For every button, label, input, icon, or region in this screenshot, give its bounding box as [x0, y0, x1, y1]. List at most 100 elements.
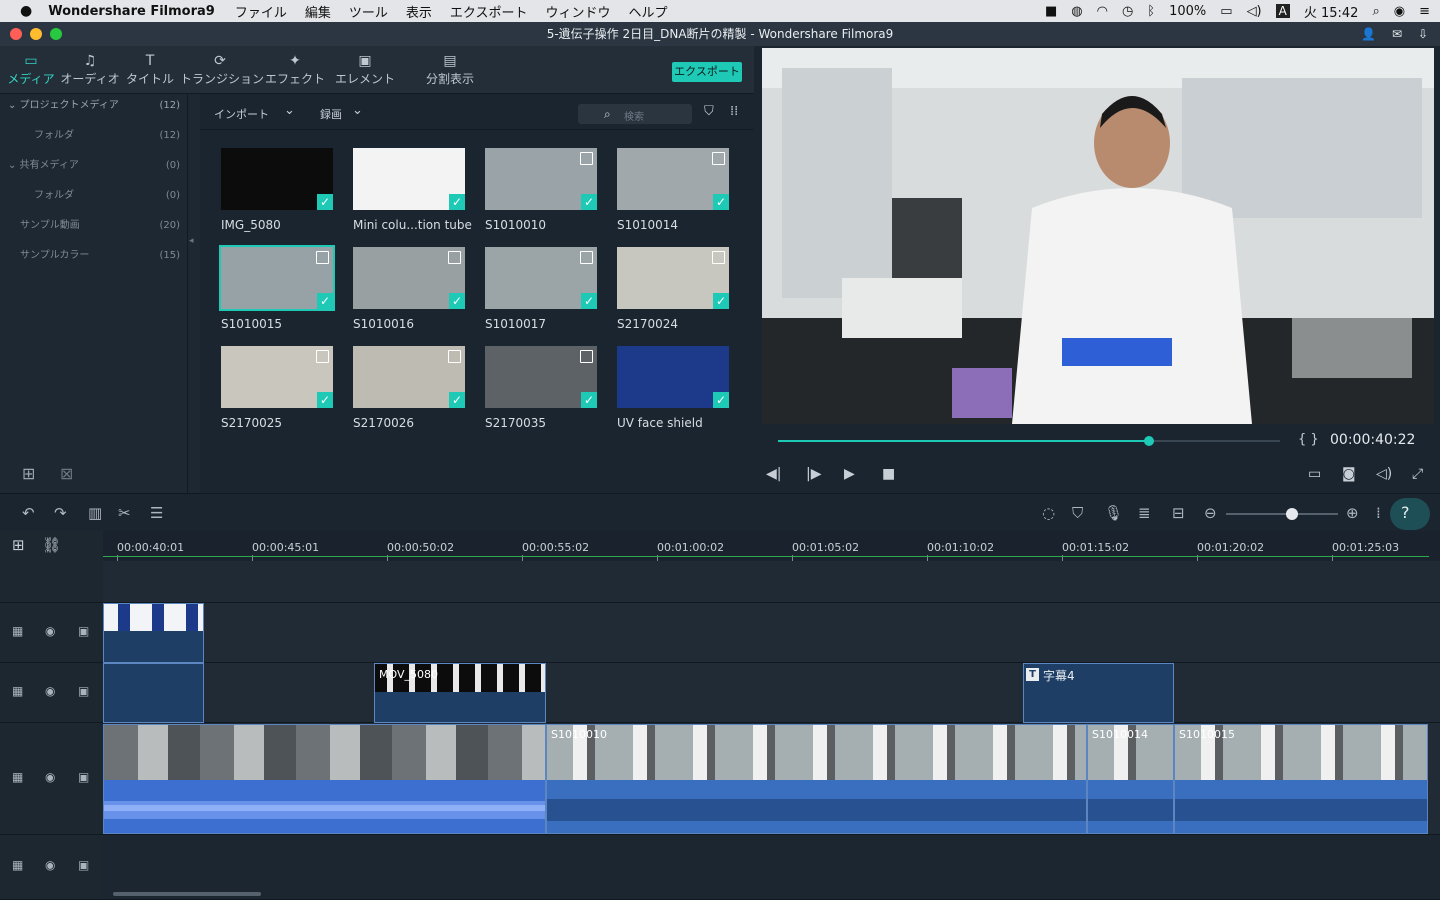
fullscreen-icon[interactable]: ⤢ [1412, 466, 1423, 482]
grid-view-icon[interactable]: ⁞⁞ [730, 104, 738, 119]
globe-icon[interactable]: ◍ [1071, 4, 1082, 19]
media-thumbnail[interactable]: ✓ [353, 148, 465, 210]
playback-progress-track[interactable] [778, 436, 1280, 446]
zoom-in-icon[interactable]: ⊕ [1346, 504, 1359, 522]
add-track-icon[interactable]: ⊞ [12, 536, 25, 554]
tab-titles[interactable]: T タイトル [124, 52, 176, 87]
media-thumbnail[interactable]: ✓ [485, 148, 597, 210]
sidebar-sample-video[interactable]: サンプル動画 (20) [8, 216, 188, 236]
menu-window[interactable]: ウィンドウ [546, 2, 611, 21]
import-dropdown[interactable]: インポート [214, 106, 269, 122]
undo-icon[interactable]: ↶ [22, 504, 35, 522]
microphone-icon[interactable]: 🎙 [1104, 504, 1123, 522]
tab-elements[interactable]: ▣ エレメント [334, 52, 396, 87]
time-machine-icon[interactable]: ◷ [1122, 4, 1133, 19]
wifi-icon[interactable]: ◠ [1097, 4, 1108, 19]
zoom-slider-knob[interactable] [1286, 508, 1299, 520]
play-frame-icon[interactable]: |▶ [806, 466, 821, 482]
delete-folder-icon[interactable]: ⊠ [60, 464, 73, 483]
marker-icon[interactable]: ⛉ [1072, 504, 1083, 522]
audio-mixer-icon[interactable]: ≣ [1138, 504, 1151, 522]
battery-icon[interactable]: ▭ [1220, 4, 1232, 19]
in-out-brackets[interactable]: { } [1298, 432, 1319, 447]
minimize-window-button[interactable] [30, 28, 42, 40]
help-button[interactable]: ? [1390, 498, 1430, 530]
tab-audio[interactable]: ♫ オーディオ [60, 52, 120, 87]
eye-icon[interactable]: ◉ [45, 684, 55, 698]
siri-icon[interactable]: ◉ [1394, 4, 1405, 19]
media-thumbnail[interactable]: ✓ [353, 346, 465, 408]
adjust-icon[interactable]: ☰ [150, 504, 163, 522]
timeline-scrollbar[interactable] [113, 892, 261, 896]
fit-timeline-icon[interactable]: ⊟ [1172, 504, 1185, 522]
export-button[interactable]: エクスポート [672, 62, 742, 82]
app-menu[interactable]: Wondershare Filmora9 [48, 4, 215, 19]
eye-icon[interactable]: ◉ [45, 624, 55, 638]
chevron-down-icon[interactable]: ⌄ [352, 103, 363, 118]
apple-icon[interactable]: ● [20, 3, 32, 19]
media-thumbnail[interactable]: ✓ [221, 148, 333, 210]
clip-track2-a[interactable] [103, 663, 204, 723]
notification-center-icon[interactable]: ≡ [1419, 4, 1430, 19]
clock[interactable]: 火 15:42 [1304, 2, 1359, 21]
menu-export[interactable]: エクスポート [450, 2, 528, 21]
input-source[interactable]: A [1275, 4, 1290, 18]
lock-icon[interactable]: ▣ [78, 858, 89, 872]
film-track-icon[interactable]: ▦ [12, 624, 23, 638]
volume-icon[interactable]: ◁) [1247, 4, 1262, 19]
account-icon[interactable]: 👤 [1361, 22, 1376, 46]
film-track-icon[interactable]: ▦ [12, 858, 23, 872]
render-preview-icon[interactable]: ▭ [1308, 466, 1321, 482]
close-window-button[interactable] [10, 28, 22, 40]
sidebar-shared-folder[interactable]: フォルダ (0) [8, 186, 188, 206]
search-input[interactable]: 検索 [624, 108, 644, 123]
tab-split-screen[interactable]: ▤ 分割表示 [424, 52, 476, 87]
clip-s2170035[interactable] [103, 724, 546, 834]
cut-icon[interactable]: ✂ [118, 504, 131, 522]
play-icon[interactable]: ▶ [844, 466, 855, 482]
media-thumbnail[interactable]: ✓ [221, 346, 333, 408]
media-thumbnail[interactable]: ✓ [617, 247, 729, 309]
search-box[interactable]: ⌕ 検索 [578, 104, 692, 124]
mail-icon[interactable]: ✉ [1392, 22, 1402, 46]
lock-icon[interactable]: ▣ [78, 684, 89, 698]
media-thumbnail[interactable]: ✓ [485, 346, 597, 408]
menu-file[interactable]: ファイル [235, 2, 287, 21]
speed-icon[interactable]: ◌ [1042, 504, 1055, 522]
previous-frame-icon[interactable]: ◀| [766, 466, 781, 482]
clip-s1010015[interactable]: S1010015 [1174, 724, 1428, 834]
camera-status-icon[interactable]: ■ [1045, 4, 1057, 19]
redo-icon[interactable]: ↷ [54, 504, 67, 522]
tab-effects[interactable]: ✦ エフェクト [264, 52, 326, 87]
playhead-knob[interactable] [1144, 436, 1155, 446]
sidebar-project-folder[interactable]: フォルダ (12) [8, 126, 188, 146]
menu-tools[interactable]: ツール [349, 2, 388, 21]
snapshot-camera-icon[interactable]: ◙ [1342, 466, 1356, 482]
menu-edit[interactable]: 編集 [305, 2, 331, 21]
media-thumbnail[interactable]: ✓ [485, 247, 597, 309]
volume-icon[interactable]: ◁) [1376, 466, 1392, 482]
tab-media[interactable]: ▭ メディア [6, 52, 56, 87]
media-thumbnail[interactable]: ✓ [617, 148, 729, 210]
trash-icon[interactable]: ▥ [88, 504, 102, 522]
clip-title[interactable]: T 字幕4 [1023, 663, 1174, 723]
sidebar-project-media[interactable]: ⌄ プロジェクトメディア (12) [8, 96, 188, 116]
preview-video[interactable] [762, 48, 1434, 424]
stop-icon[interactable]: ■ [882, 466, 895, 482]
media-thumbnail[interactable]: ✓ [617, 346, 729, 408]
zoom-slider[interactable] [1226, 508, 1338, 520]
sidebar-sample-color[interactable]: サンプルカラー (15) [8, 246, 188, 266]
lock-icon[interactable]: ▣ [78, 624, 89, 638]
filter-icon[interactable]: ⛉ [704, 104, 714, 119]
lock-icon[interactable]: ▣ [78, 770, 89, 784]
record-dropdown[interactable]: 録画 [320, 106, 342, 122]
eye-icon[interactable]: ◉ [45, 858, 55, 872]
zoom-out-icon[interactable]: ⊖ [1204, 504, 1217, 522]
media-thumbnail[interactable]: ✓ [353, 247, 465, 309]
new-folder-icon[interactable]: ⊞ [22, 464, 35, 483]
clip-s1010010[interactable]: S1010010 [546, 724, 1087, 834]
download-icon[interactable]: ⇩ [1418, 22, 1428, 46]
menu-help[interactable]: ヘルプ [629, 2, 668, 21]
clip-uv-face-shield[interactable] [103, 603, 204, 663]
tab-transitions[interactable]: ⟳ トランジション [180, 52, 264, 87]
